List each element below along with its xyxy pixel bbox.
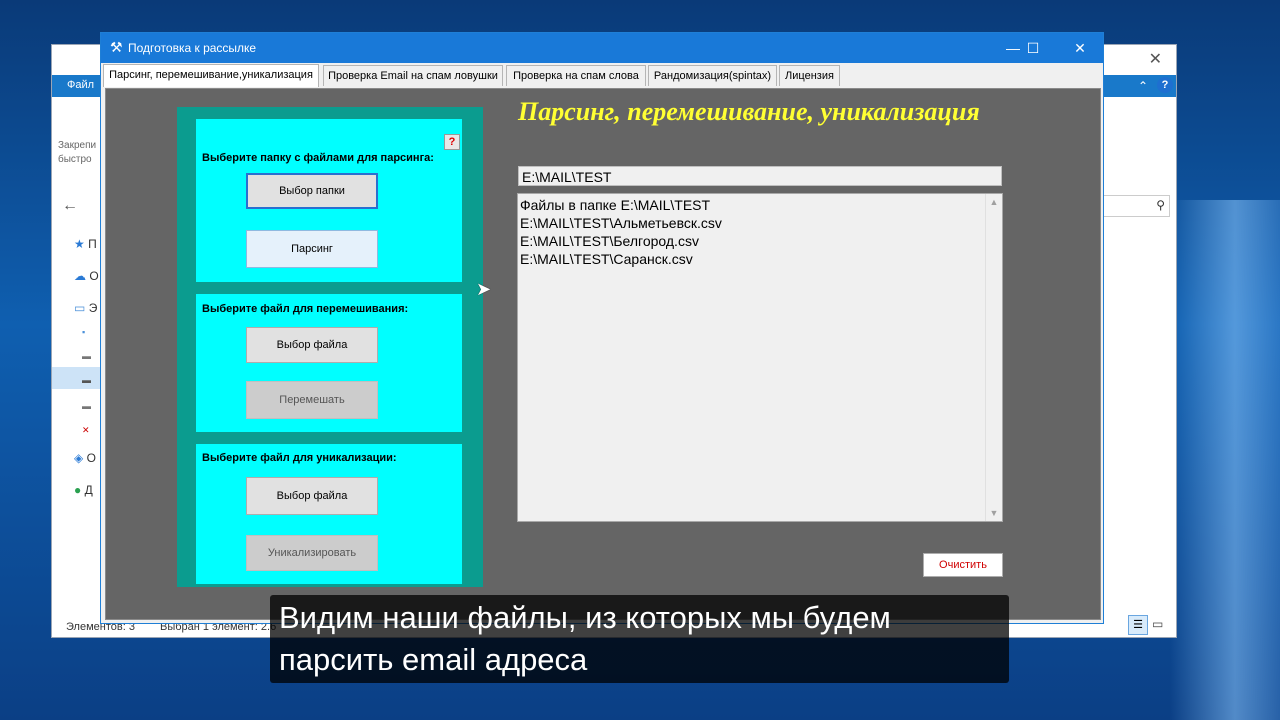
tab-spintax[interactable]: Рандомизация(spintax): [648, 65, 777, 86]
title-bar: ⚒ Подготовка к рассылке — ☐ ✕: [101, 33, 1103, 63]
nav-item-onedrive[interactable]: ☁ О: [74, 269, 99, 283]
scroll-up-icon[interactable]: ▲: [986, 194, 1002, 210]
maximize-button[interactable]: ☐: [1018, 37, 1048, 59]
parse-button[interactable]: Парсинг: [246, 230, 378, 268]
explorer-file-tab[interactable]: Файл: [67, 79, 94, 91]
network-icon: ◈: [74, 451, 84, 465]
mouse-cursor-icon: ➤: [476, 279, 492, 299]
main-app-window: ⚒ Подготовка к рассылке — ☐ ✕ Парсинг, п…: [100, 32, 1104, 624]
list-item[interactable]: E:\MAIL\TEST\Альметьевск.csv: [518, 214, 722, 232]
explorer-collapse-ribbon-icon[interactable]: ⌃: [1138, 79, 1148, 93]
shuffle-section: Выберите файл для перемешивания: Выбор ф…: [196, 294, 462, 432]
explorer-pin-line-2: быстро: [58, 154, 92, 165]
details-view-icon[interactable]: ☰: [1128, 615, 1148, 635]
explorer-pin-line-1: Закрепи: [58, 140, 97, 151]
star-icon: ★: [74, 237, 85, 251]
drive-icon[interactable]: ▬: [82, 401, 91, 411]
shuffle-file-label: Выберите файл для перемешивания:: [202, 303, 409, 315]
shuffle-button[interactable]: Перемешать: [246, 381, 378, 419]
uniquify-button[interactable]: Уникализировать: [246, 535, 378, 571]
select-shuffle-file-button[interactable]: Выбор файла: [246, 327, 378, 363]
tab-spam-traps[interactable]: Проверка Email на спам ловушки: [323, 65, 503, 86]
window-title: Подготовка к рассылке: [128, 41, 257, 55]
nav-item-this-pc[interactable]: ▭ Э: [74, 301, 97, 315]
search-icon: ⚲: [1156, 198, 1165, 212]
subtitle-line-2: парсить email адреса: [279, 642, 588, 677]
files-listbox[interactable]: Файлы в папке E:\MAIL\TEST E:\MAIL\TEST\…: [517, 193, 1003, 522]
scroll-down-icon[interactable]: ▼: [986, 505, 1002, 521]
tab-license[interactable]: Лицензия: [779, 65, 840, 86]
tools-icon: ⚒: [110, 39, 123, 55]
select-folder-button[interactable]: Выбор папки: [246, 173, 378, 209]
select-unique-file-button[interactable]: Выбор файла: [246, 477, 378, 515]
close-button[interactable]: ✕: [1065, 37, 1095, 59]
explorer-pin-text: Закрепи быстро: [58, 139, 96, 167]
nav-item-network[interactable]: ◈ О: [74, 451, 96, 465]
homegroup-icon: ●: [74, 483, 82, 497]
explorer-close-icon[interactable]: ✕: [1149, 49, 1162, 69]
subtitle-line-1: Видим наши файлы, из которых мы будем: [279, 600, 891, 635]
unique-file-label: Выберите файл для уникализации:: [202, 452, 397, 464]
actions-panel: ? Выберите папку с файлами для парсинга:…: [177, 107, 491, 587]
list-item[interactable]: Файлы в папке E:\MAIL\TEST: [518, 196, 722, 214]
explorer-search-input[interactable]: ⚲: [1098, 195, 1170, 217]
drive-icon[interactable]: ▪: [82, 327, 85, 337]
nav-item-homegroup[interactable]: ● Д: [74, 483, 93, 497]
tab-content-panel: ? Выберите папку с файлами для парсинга:…: [105, 88, 1101, 620]
parse-section: ? Выберите папку с файлами для парсинга:…: [196, 119, 491, 299]
drive-icon[interactable]: ▬: [82, 375, 91, 385]
explorer-nav-selection: [52, 367, 102, 389]
tab-spam-words[interactable]: Проверка на спам слова: [506, 65, 646, 86]
page-title: Парсинг, перемешивание, уникализация: [518, 97, 980, 126]
video-subtitle: Видим наши файлы, из которых мы будем па…: [270, 595, 1009, 683]
list-lines: Файлы в папке E:\MAIL\TEST E:\MAIL\TEST\…: [518, 196, 722, 268]
list-scrollbar[interactable]: ▲ ▼: [985, 194, 1002, 521]
disconnected-drive-icon[interactable]: ✕: [82, 425, 90, 436]
clear-button[interactable]: Очистить: [923, 553, 1003, 577]
computer-icon: ▭: [74, 301, 86, 315]
folder-path-field[interactable]: E:\MAIL\TEST: [518, 166, 1002, 186]
explorer-help-icon[interactable]: ?: [1157, 77, 1173, 93]
drive-icon[interactable]: ▬: [82, 351, 91, 361]
nav-item-quick-access[interactable]: ★ П: [74, 237, 97, 251]
help-button[interactable]: ?: [444, 134, 460, 150]
list-item[interactable]: E:\MAIL\TEST\Саранск.csv: [518, 250, 722, 268]
large-icons-view-icon[interactable]: ▭: [1152, 617, 1163, 631]
cloud-icon: ☁: [74, 269, 86, 283]
tab-parsing[interactable]: Парсинг, перемешивание,уникализация: [103, 64, 319, 87]
parse-folder-label: Выберите папку с файлами для парсинга:: [202, 152, 434, 164]
desktop-background-glow: [1170, 200, 1280, 720]
back-arrow-icon[interactable]: ←: [62, 197, 78, 215]
list-item[interactable]: E:\MAIL\TEST\Белгород.csv: [518, 232, 722, 250]
unique-section: Выберите файл для уникализации: Выбор фа…: [196, 444, 462, 584]
